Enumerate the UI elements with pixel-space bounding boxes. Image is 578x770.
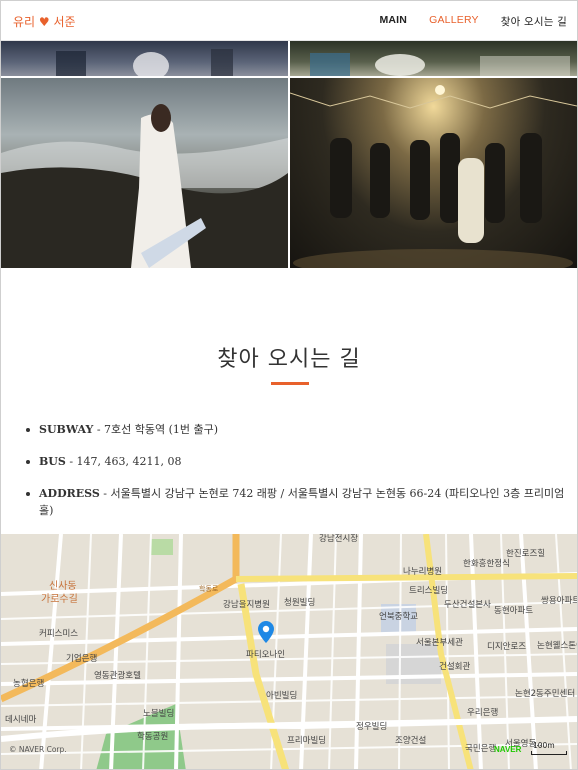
bullet-icon [26, 428, 30, 432]
map-label: 영동관광호텔 [94, 671, 141, 681]
directions-item-bus: BUS - 147, 463, 4211, 08 [25, 453, 565, 470]
nav-menu: MAIN GALLERY 찾아 오시는 길 [379, 14, 567, 29]
map-label: 기업은행 [66, 654, 98, 664]
map-label: 논현웰스톤아파트 [537, 641, 577, 651]
map-label: 강남전시장 [319, 534, 359, 544]
nav-item-gallery[interactable]: GALLERY [429, 14, 479, 29]
brand-logo[interactable]: 유리 ♥ 서준 [13, 13, 76, 30]
map-label: 트리스빌딩 [409, 586, 449, 596]
map-label: 커피스미스 [39, 629, 79, 639]
nav-item-main[interactable]: MAIN [379, 14, 407, 29]
directions-item-subway: SUBWAY - 7호선 학동역 (1번 출구) [25, 421, 565, 438]
directions-text: - 7호선 학동역 (1번 출구) [93, 423, 219, 436]
map-label: 정우빌딩 [356, 722, 388, 732]
top-nav: 유리 ♥ 서준 MAIN GALLERY 찾아 오시는 길 [1, 1, 577, 41]
map-label: 나누리병원 [403, 567, 443, 577]
directions-text: - 서울특별시 강남구 논현로 742 래팡 / 서울특별시 강남구 논현동 6… [39, 487, 565, 517]
map-label: 프리마빌딩 [287, 736, 327, 746]
map-label: 서울본부세관 [416, 638, 463, 648]
location-map[interactable]: 강남전시장 한화흥한정식 한진로즈힐 나누리병원 트리스빌딩 신사동 가로수길 … [1, 534, 577, 769]
map-label: 디지안로즈 [487, 642, 527, 652]
map-label: 우리은행 [467, 708, 499, 718]
map-label: 쌍용아파트 [541, 596, 577, 606]
gallery-photo-1[interactable] [1, 41, 288, 76]
map-label: 한진로즈힐 [506, 549, 546, 559]
page-frame: 유리 ♥ 서준 MAIN GALLERY 찾아 오시는 길 찾아 오시는 길 S… [0, 0, 578, 770]
bullet-icon [26, 460, 30, 464]
map-label: 아빈빌딩 [266, 691, 298, 701]
gallery-photo-4[interactable] [290, 78, 577, 268]
photo-gallery [1, 41, 577, 268]
gallery-photo-2[interactable] [290, 41, 577, 76]
directions-label: BUS [39, 455, 66, 468]
directions-item-address: ADDRESS - 서울특별시 강남구 논현로 742 래팡 / 서울특별시 강… [25, 485, 565, 519]
map-label: 동현아파트 [494, 606, 534, 616]
map-area-label: 가로수길 [41, 594, 78, 605]
map-copyright: © NAVER Corp. [9, 745, 67, 754]
map-label: 조양건설 [395, 736, 427, 746]
map-label: 노블빌딩 [143, 709, 175, 719]
directions-list: SUBWAY - 7호선 학동역 (1번 출구) BUS - 147, 463,… [25, 421, 565, 534]
map-label: 두산건설본사 [444, 600, 491, 610]
map-label: 청원빌딩 [284, 598, 316, 608]
directions-label: SUBWAY [39, 423, 94, 436]
map-label: 건설회관 [439, 662, 471, 672]
map-pin-icon[interactable] [258, 621, 274, 643]
map-label: 데시네마 [5, 715, 37, 725]
nav-item-directions[interactable]: 찾아 오시는 길 [501, 14, 567, 29]
map-label: 논현2동주민센터 [515, 689, 576, 699]
naver-logo: NAVER [494, 745, 522, 754]
gallery-photo-3[interactable] [1, 78, 288, 268]
map-scale-bar [531, 751, 567, 755]
map-label: 한화흥한정식 [463, 559, 510, 569]
bullet-icon [26, 492, 30, 496]
map-scale-label: 100m [533, 741, 555, 750]
map-label: 파티오나인 [246, 650, 286, 660]
map-label: 강남을지병원 [223, 600, 270, 610]
map-label: 언북중학교 [379, 612, 419, 622]
title-underline [271, 382, 309, 385]
map-label: 농협은행 [13, 679, 45, 689]
map-label: 학동공원 [137, 732, 169, 742]
map-label: 국민은행 [465, 744, 497, 754]
directions-text: - 147, 463, 4211, 08 [65, 455, 182, 468]
directions-title: 찾아 오시는 길 [217, 347, 361, 372]
directions-label: ADDRESS [39, 487, 100, 500]
map-road-label: 학동로 [199, 585, 219, 593]
